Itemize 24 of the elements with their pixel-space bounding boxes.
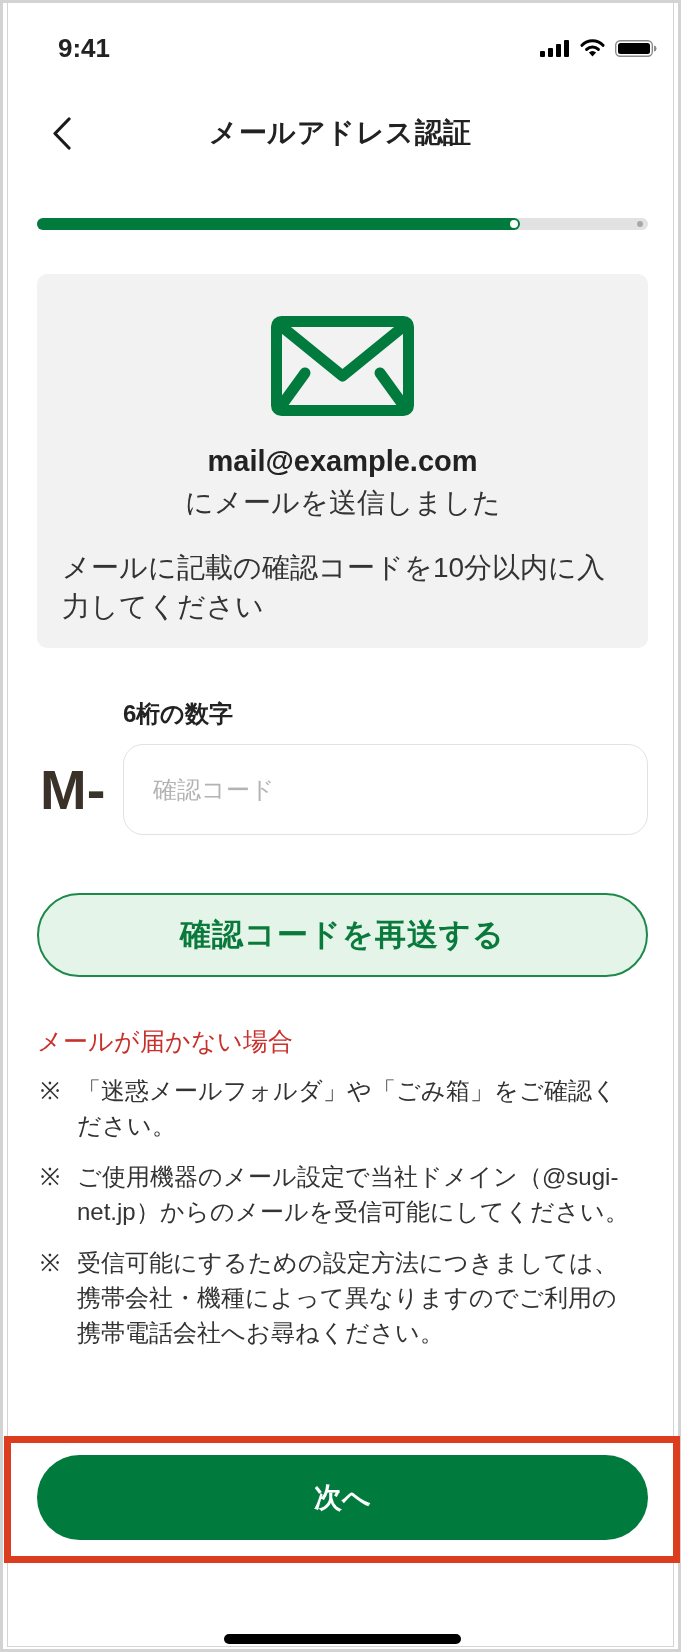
instruction-text: メールに記載の確認コードを10分以内に入力してください <box>62 551 607 624</box>
email-address: mail@example.com <box>207 444 478 479</box>
final-step-dot-icon <box>637 221 643 227</box>
envelope-icon <box>271 316 414 416</box>
status-time: 9:41 <box>58 36 111 60</box>
battery-icon <box>615 39 657 57</box>
page-title: メールアドレス認証 <box>209 116 472 150</box>
code-input[interactable]: 確認コード <box>123 744 648 835</box>
field-label: 6桁の数字 <box>123 699 234 729</box>
current-step-dot-icon <box>509 220 518 228</box>
signal-icon <box>540 39 570 57</box>
note-mark: ※ <box>39 1248 60 1278</box>
sent-message: にメールを送信しました <box>184 486 501 520</box>
note-text: 受信可能にするための設定方法につきましては、携帯会社・機種によって異なりますのでご利用の携帯電話会社へお尋ねください。 <box>77 1248 619 1348</box>
next-button[interactable]: 次へ <box>37 1455 648 1540</box>
code-prefix: M- <box>39 759 106 820</box>
chevron-left-icon <box>52 116 72 150</box>
resend-button[interactable]: 確認コードを再送する <box>37 893 648 977</box>
note-mark: ※ <box>39 1162 60 1192</box>
note-mark: ※ <box>39 1076 60 1106</box>
note-text: ご使用機器のメール設定で当社ドメイン（@sugi-net.jp）からのメールを受信可能にしてください。 <box>77 1162 630 1227</box>
help-title: メールが届かない場合 <box>37 1026 293 1057</box>
wifi-icon <box>580 39 605 57</box>
note-text: 「迷惑メールフォルダ」や「ごみ箱」をご確認ください。 <box>77 1076 618 1141</box>
